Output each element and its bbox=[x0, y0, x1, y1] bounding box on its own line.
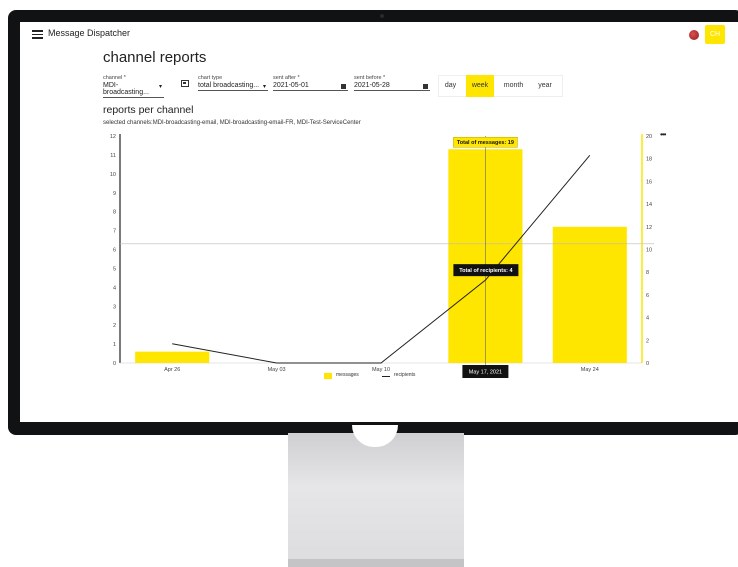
line-recipients bbox=[172, 154, 591, 364]
camera-dot bbox=[380, 14, 384, 18]
y-tick-left: 2 bbox=[113, 323, 116, 329]
x-tick-label: May 24 bbox=[581, 367, 599, 373]
y-tick-right: 20 bbox=[646, 134, 652, 140]
y-tick-right: 2 bbox=[646, 338, 649, 344]
legend-recipients-label: recipients bbox=[394, 372, 416, 378]
y-tick-left: 6 bbox=[113, 248, 116, 254]
y-tick-left: 7 bbox=[113, 229, 116, 235]
y-tick-left: 10 bbox=[110, 172, 116, 178]
reports-chart[interactable]: 012345678910111202468101214161820Apr 26 M… bbox=[20, 22, 738, 422]
tooltip-messages-text: Total of messages: 19 bbox=[457, 140, 514, 146]
y-tick-right: 16 bbox=[646, 179, 652, 185]
monitor-stand bbox=[288, 433, 464, 567]
y-tick-right: 12 bbox=[646, 225, 652, 231]
y-tick-right: 18 bbox=[646, 157, 652, 163]
x-tick-label: May 03 bbox=[268, 367, 286, 373]
y-tick-left: 8 bbox=[113, 210, 116, 216]
y-tick-right: 0 bbox=[646, 361, 649, 367]
y-tick-left: 3 bbox=[113, 304, 116, 310]
y-tick-left: 5 bbox=[113, 266, 116, 272]
y-tick-right: 14 bbox=[646, 202, 652, 208]
bar-messages bbox=[552, 226, 627, 363]
x-tick-label: Apr 26 bbox=[164, 367, 180, 373]
y-tick-left: 0 bbox=[113, 361, 116, 367]
y-tick-left: 11 bbox=[110, 153, 116, 159]
y-tick-right: 6 bbox=[646, 293, 649, 299]
x-tick-label: May 10 bbox=[372, 367, 390, 373]
y-tick-right: 10 bbox=[646, 248, 652, 254]
y-tick-left: 9 bbox=[113, 191, 116, 197]
stand-foot bbox=[288, 559, 464, 567]
legend-messages-label: messages bbox=[336, 372, 359, 378]
tooltip-recipients-text: Total of recipients: 4 bbox=[459, 268, 513, 274]
y-tick-left: 4 bbox=[113, 285, 116, 291]
y-tick-right: 4 bbox=[646, 316, 649, 322]
hover-category-label: May 17, 2021 bbox=[469, 370, 502, 376]
y-tick-left: 1 bbox=[113, 342, 116, 348]
monitor-frame: Message Dispatcher CH channel reports ch… bbox=[8, 10, 738, 435]
y-tick-right: 8 bbox=[646, 270, 649, 276]
more-icon[interactable]: ••• bbox=[660, 130, 666, 139]
screen: Message Dispatcher CH channel reports ch… bbox=[20, 22, 738, 422]
legend-recipients-line bbox=[382, 376, 390, 377]
bar-messages bbox=[135, 351, 210, 363]
legend-messages-swatch bbox=[324, 373, 332, 379]
y-tick-left: 12 bbox=[110, 134, 116, 140]
